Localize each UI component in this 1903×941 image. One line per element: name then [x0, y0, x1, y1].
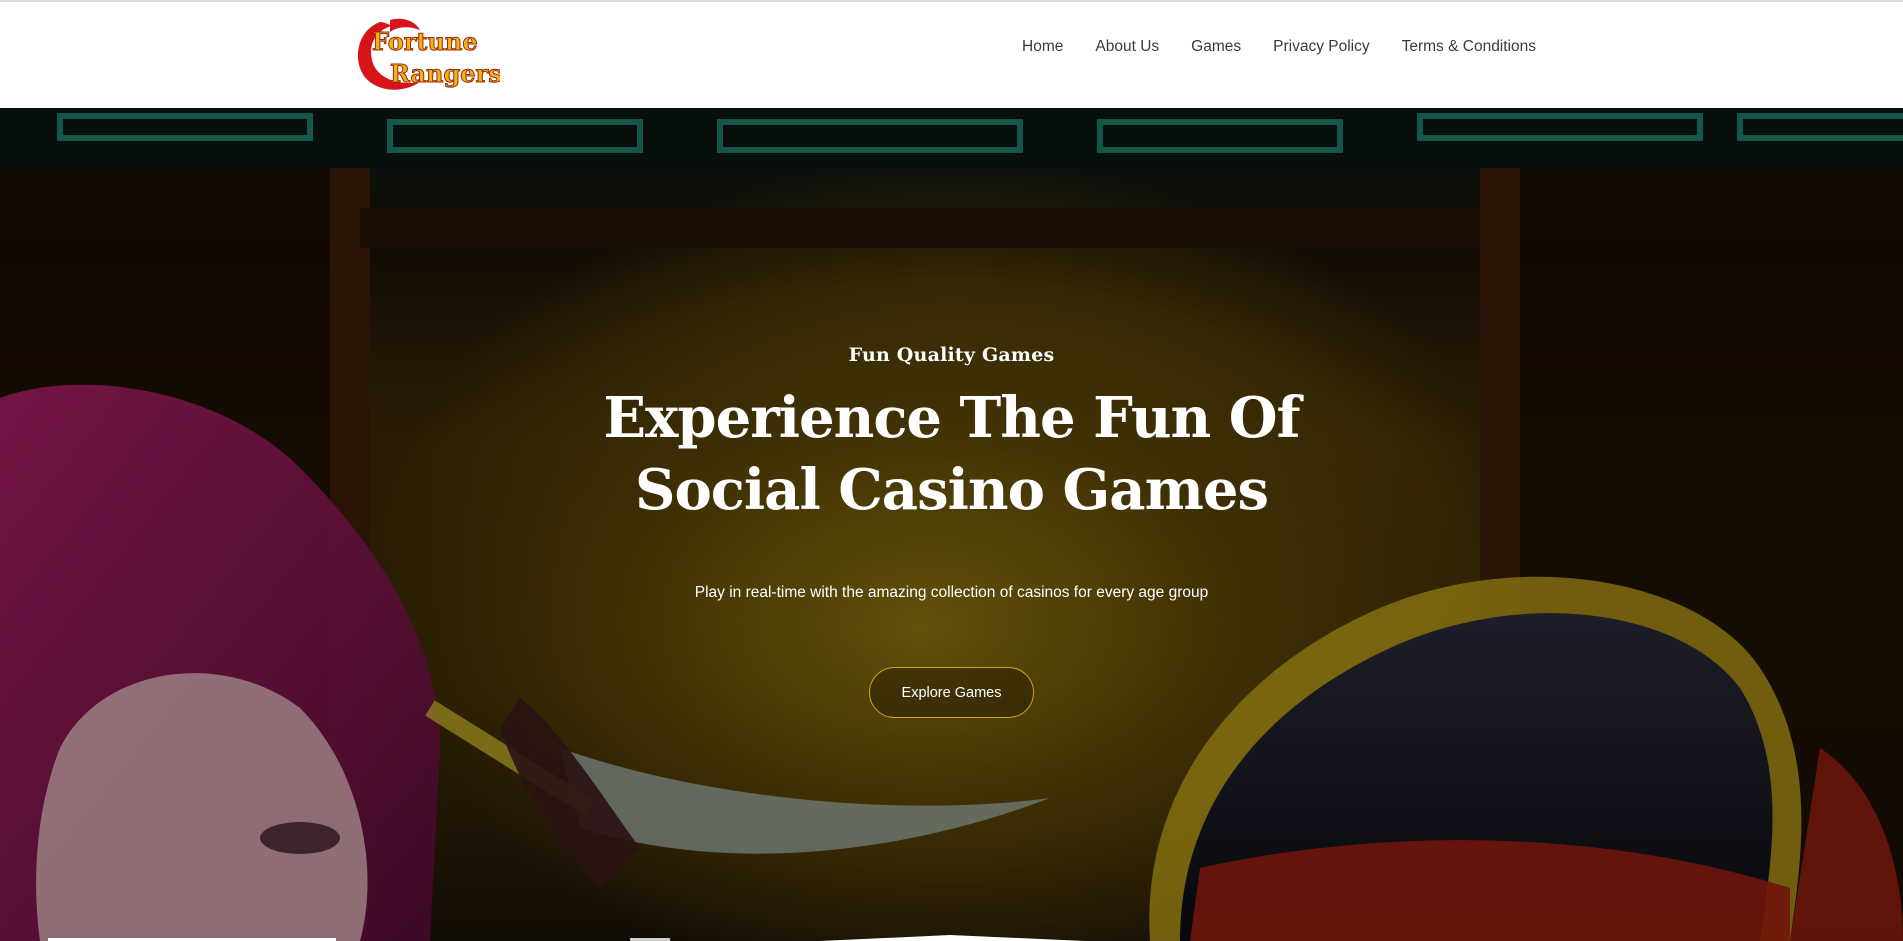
nav-privacy-policy[interactable]: Privacy Policy — [1273, 38, 1369, 56]
site-header: Fortune Rangers Home About Us Games Priv… — [0, 0, 1903, 108]
hero-headline-line1: Experience The Fun Of — [603, 385, 1300, 451]
section-divider — [0, 935, 1903, 941]
nav-home[interactable]: Home — [1022, 38, 1063, 56]
hero-headline: Experience The Fun Of Social Casino Game… — [0, 382, 1903, 526]
nav-about-us[interactable]: About Us — [1095, 38, 1159, 56]
hero-content: Fun Quality Games Experience The Fun Of … — [0, 108, 1903, 941]
site-logo[interactable]: Fortune Rangers — [350, 16, 500, 94]
logo-graphic: Fortune Rangers — [357, 18, 500, 90]
nav-terms-conditions[interactable]: Terms & Conditions — [1402, 38, 1536, 56]
hero-section: Fun Quality Games Experience The Fun Of … — [0, 108, 1903, 941]
nav-games[interactable]: Games — [1191, 38, 1241, 56]
explore-games-button[interactable]: Explore Games — [869, 667, 1034, 718]
hero-headline-line2: Social Casino Games — [635, 457, 1269, 523]
hero-eyebrow: Fun Quality Games — [848, 344, 1055, 366]
logo-text-line1: Fortune — [372, 27, 478, 56]
main-nav: Home About Us Games Privacy Policy Terms… — [1022, 38, 1536, 56]
logo-text-line2: Rangers — [390, 59, 500, 88]
hero-subtext: Play in real-time with the amazing colle… — [694, 584, 1209, 601]
page: Fortune Rangers Home About Us Games Priv… — [0, 0, 1903, 941]
